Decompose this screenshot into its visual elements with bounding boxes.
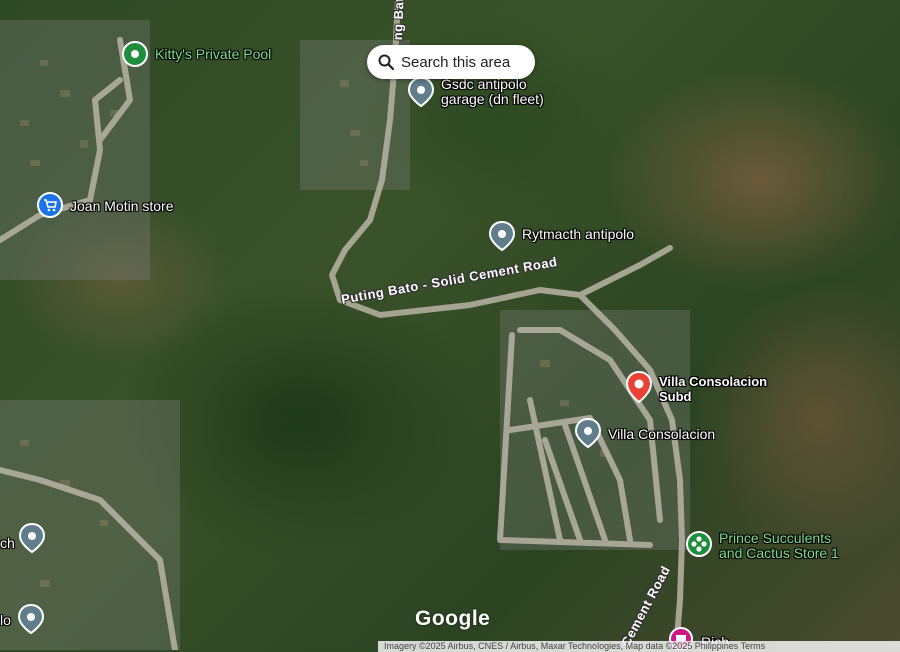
pool-pin-icon[interactable]: [121, 40, 149, 70]
red-location-pin-icon[interactable]: [625, 370, 653, 404]
place-label-prince-succulents[interactable]: Prince Succulents and Cactus Store 1: [719, 531, 839, 561]
search-icon: [378, 54, 395, 71]
place-label-partial-ch[interactable]: ch: [0, 536, 15, 551]
place-pin-icon[interactable]: [407, 76, 435, 108]
place-pin-icon[interactable]: [17, 603, 45, 635]
place-label-villa-consolacion[interactable]: Villa Consolacion: [608, 427, 715, 442]
place-pin-icon[interactable]: [488, 220, 516, 252]
place-pin-icon[interactable]: [574, 417, 602, 449]
shopping-cart-pin-icon[interactable]: [36, 191, 64, 219]
place-label-villa-consolacion-subd[interactable]: Villa Consolacion Subd: [659, 374, 767, 404]
place-label-gsdc[interactable]: Gsdc antipolo garage (dn fleet): [441, 77, 544, 107]
place-label-rytmacth[interactable]: Rytmacth antipolo: [522, 227, 634, 242]
google-logo: Google: [415, 607, 491, 630]
search-this-area-label: Search this area: [401, 53, 511, 71]
road-label-north: ng Bato: [390, 0, 407, 41]
place-label-kittys-pool[interactable]: Kitty's Private Pool: [155, 47, 271, 62]
plant-store-pin-icon[interactable]: [685, 530, 713, 558]
place-label-joan-motin[interactable]: Joan Motin store: [70, 199, 174, 214]
search-this-area-button[interactable]: Search this area: [367, 45, 535, 79]
map-attribution[interactable]: Imagery ©2025 Airbus, CNES / Airbus, Max…: [378, 641, 900, 652]
place-label-partial-lo[interactable]: lo: [0, 613, 11, 628]
satellite-map[interactable]: Puting Bato - Solid Cement Road ng Bato …: [0, 0, 900, 650]
place-pin-icon[interactable]: [18, 522, 46, 554]
